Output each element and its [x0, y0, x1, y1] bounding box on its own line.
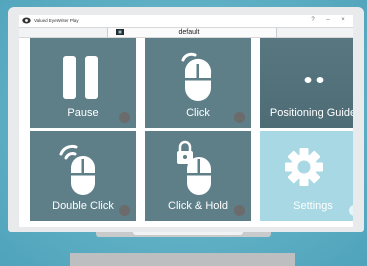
click-indicator: [234, 112, 245, 123]
pause-tile[interactable]: Pause: [30, 38, 136, 128]
click-and-hold-indicator: [234, 205, 245, 216]
settings-indicator: [349, 205, 353, 216]
minimize-button[interactable]: –: [323, 16, 333, 25]
eye-app-icon: [22, 17, 31, 24]
close-button[interactable]: ×: [338, 16, 348, 25]
double-click-tile[interactable]: Double Click: [30, 131, 136, 221]
help-button[interactable]: ?: [308, 16, 318, 25]
double-click-indicator: [119, 205, 130, 216]
pause-indicator: [119, 112, 130, 123]
profile-icon: [116, 29, 124, 35]
title-bar: Valued EyeWriter Play ? – ×: [19, 15, 353, 27]
profile-name: default: [178, 29, 200, 36]
click-tile[interactable]: Click: [145, 38, 251, 128]
app-window: Valued EyeWriter Play ? – × default Paus…: [19, 15, 353, 227]
profile-bar: default: [19, 27, 353, 38]
settings-tile[interactable]: Settings: [260, 131, 353, 221]
window-title: Valued EyeWriter Play: [34, 18, 79, 23]
positioning-guide-label: Positioning Guide: [269, 107, 353, 119]
settings-label: Settings: [293, 200, 333, 212]
monitor-stand-base: [70, 253, 295, 266]
click-and-hold-tile[interactable]: Click & Hold: [145, 131, 251, 221]
positioning-guide-tile[interactable]: Positioning Guide: [260, 38, 353, 128]
